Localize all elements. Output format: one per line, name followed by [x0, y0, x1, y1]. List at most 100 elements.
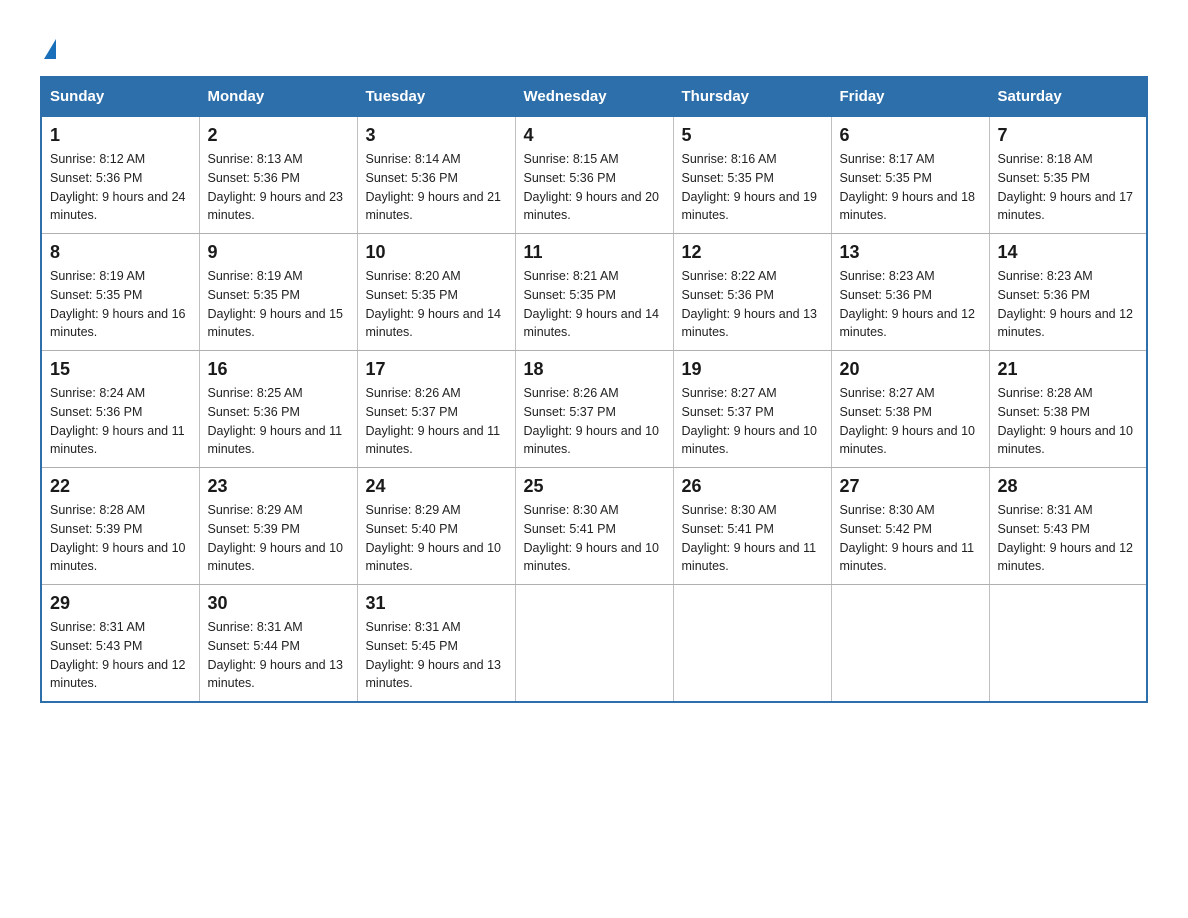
day-number: 16 — [208, 359, 349, 380]
logo — [40, 30, 56, 56]
day-info: Sunrise: 8:28 AMSunset: 5:38 PMDaylight:… — [998, 384, 1139, 459]
day-number: 30 — [208, 593, 349, 614]
day-info: Sunrise: 8:30 AMSunset: 5:41 PMDaylight:… — [524, 501, 665, 576]
day-info: Sunrise: 8:31 AMSunset: 5:44 PMDaylight:… — [208, 618, 349, 693]
day-number: 20 — [840, 359, 981, 380]
day-info: Sunrise: 8:23 AMSunset: 5:36 PMDaylight:… — [998, 267, 1139, 342]
header-day-thursday: Thursday — [673, 77, 831, 116]
calendar-cell: 10 Sunrise: 8:20 AMSunset: 5:35 PMDayligh… — [357, 234, 515, 351]
calendar-cell: 14Sunrise: 8:23 AMSunset: 5:36 PMDayligh… — [989, 234, 1147, 351]
calendar-cell: 3 Sunrise: 8:14 AMSunset: 5:36 PMDaylight… — [357, 116, 515, 234]
day-number: 31 — [366, 593, 507, 614]
day-info: Sunrise: 8:19 AMSunset: 5:35 PMDaylight:… — [208, 267, 349, 342]
calendar-cell: 28 Sunrise: 8:31 AMSunset: 5:43 PMDayligh… — [989, 468, 1147, 585]
day-number: 4 — [524, 125, 665, 146]
day-number: 18 — [524, 359, 665, 380]
day-info: Sunrise: 8:31 AMSunset: 5:45 PMDaylight:… — [366, 618, 507, 693]
day-number: 5 — [682, 125, 823, 146]
calendar-cell: 12 Sunrise: 8:22 AMSunset: 5:36 PMDayligh… — [673, 234, 831, 351]
header-day-saturday: Saturday — [989, 77, 1147, 116]
day-info: Sunrise: 8:28 AMSunset: 5:39 PMDaylight:… — [50, 501, 191, 576]
calendar-header: SundayMondayTuesdayWednesdayThursdayFrid… — [41, 77, 1147, 116]
calendar-table: SundayMondayTuesdayWednesdayThursdayFrid… — [40, 76, 1148, 703]
calendar-body: 1 Sunrise: 8:12 AMSunset: 5:36 PMDaylight… — [41, 116, 1147, 702]
week-row-2: 8 Sunrise: 8:19 AMSunset: 5:35 PMDaylight… — [41, 234, 1147, 351]
day-number: 24 — [366, 476, 507, 497]
day-info: Sunrise: 8:24 AMSunset: 5:36 PMDaylight:… — [50, 384, 191, 459]
day-number: 13 — [840, 242, 981, 263]
header-day-wednesday: Wednesday — [515, 77, 673, 116]
day-info: Sunrise: 8:18 AMSunset: 5:35 PMDaylight:… — [998, 150, 1139, 225]
day-number: 12 — [682, 242, 823, 263]
day-number: 1 — [50, 125, 191, 146]
day-number: 28 — [998, 476, 1139, 497]
day-info: Sunrise: 8:26 AMSunset: 5:37 PMDaylight:… — [524, 384, 665, 459]
calendar-cell: 19Sunrise: 8:27 AMSunset: 5:37 PMDayligh… — [673, 351, 831, 468]
calendar-cell: 6Sunrise: 8:17 AMSunset: 5:35 PMDaylight… — [831, 116, 989, 234]
calendar-cell: 13 Sunrise: 8:23 AMSunset: 5:36 PMDayligh… — [831, 234, 989, 351]
calendar-cell: 7 Sunrise: 8:18 AMSunset: 5:35 PMDaylight… — [989, 116, 1147, 234]
logo-text — [40, 30, 56, 62]
header-day-friday: Friday — [831, 77, 989, 116]
calendar-cell — [831, 585, 989, 703]
calendar-cell: 17 Sunrise: 8:26 AMSunset: 5:37 PMDayligh… — [357, 351, 515, 468]
logo-triangle-icon — [44, 39, 56, 59]
day-info: Sunrise: 8:15 AMSunset: 5:36 PMDaylight:… — [524, 150, 665, 225]
day-info: Sunrise: 8:26 AMSunset: 5:37 PMDaylight:… — [366, 384, 507, 459]
day-info: Sunrise: 8:23 AMSunset: 5:36 PMDaylight:… — [840, 267, 981, 342]
day-info: Sunrise: 8:29 AMSunset: 5:39 PMDaylight:… — [208, 501, 349, 576]
week-row-4: 22 Sunrise: 8:28 AMSunset: 5:39 PMDayligh… — [41, 468, 1147, 585]
calendar-cell: 11 Sunrise: 8:21 AMSunset: 5:35 PMDayligh… — [515, 234, 673, 351]
calendar-cell — [673, 585, 831, 703]
day-info: Sunrise: 8:31 AMSunset: 5:43 PMDaylight:… — [50, 618, 191, 693]
day-info: Sunrise: 8:30 AMSunset: 5:42 PMDaylight:… — [840, 501, 981, 576]
day-number: 29 — [50, 593, 191, 614]
day-number: 10 — [366, 242, 507, 263]
header-day-monday: Monday — [199, 77, 357, 116]
calendar-cell — [515, 585, 673, 703]
calendar-cell: 25 Sunrise: 8:30 AMSunset: 5:41 PMDayligh… — [515, 468, 673, 585]
header-day-sunday: Sunday — [41, 77, 199, 116]
day-number: 25 — [524, 476, 665, 497]
calendar-cell — [989, 585, 1147, 703]
day-number: 26 — [682, 476, 823, 497]
day-number: 8 — [50, 242, 191, 263]
day-number: 27 — [840, 476, 981, 497]
day-number: 9 — [208, 242, 349, 263]
calendar-cell: 1 Sunrise: 8:12 AMSunset: 5:36 PMDaylight… — [41, 116, 199, 234]
day-info: Sunrise: 8:14 AMSunset: 5:36 PMDaylight:… — [366, 150, 507, 225]
calendar-cell: 4 Sunrise: 8:15 AMSunset: 5:36 PMDaylight… — [515, 116, 673, 234]
day-number: 7 — [998, 125, 1139, 146]
day-info: Sunrise: 8:16 AMSunset: 5:35 PMDaylight:… — [682, 150, 823, 225]
calendar-cell: 27 Sunrise: 8:30 AMSunset: 5:42 PMDayligh… — [831, 468, 989, 585]
calendar-cell: 8 Sunrise: 8:19 AMSunset: 5:35 PMDaylight… — [41, 234, 199, 351]
day-number: 22 — [50, 476, 191, 497]
day-info: Sunrise: 8:29 AMSunset: 5:40 PMDaylight:… — [366, 501, 507, 576]
day-number: 17 — [366, 359, 507, 380]
day-info: Sunrise: 8:20 AMSunset: 5:35 PMDaylight:… — [366, 267, 507, 342]
calendar-cell: 23 Sunrise: 8:29 AMSunset: 5:39 PMDayligh… — [199, 468, 357, 585]
calendar-cell: 31 Sunrise: 8:31 AMSunset: 5:45 PMDayligh… — [357, 585, 515, 703]
day-number: 2 — [208, 125, 349, 146]
day-number: 21 — [998, 359, 1139, 380]
calendar-cell: 2Sunrise: 8:13 AMSunset: 5:36 PMDaylight… — [199, 116, 357, 234]
day-number: 11 — [524, 242, 665, 263]
week-row-1: 1 Sunrise: 8:12 AMSunset: 5:36 PMDaylight… — [41, 116, 1147, 234]
day-info: Sunrise: 8:22 AMSunset: 5:36 PMDaylight:… — [682, 267, 823, 342]
day-info: Sunrise: 8:31 AMSunset: 5:43 PMDaylight:… — [998, 501, 1139, 576]
day-info: Sunrise: 8:12 AMSunset: 5:36 PMDaylight:… — [50, 150, 191, 225]
week-row-3: 15 Sunrise: 8:24 AMSunset: 5:36 PMDayligh… — [41, 351, 1147, 468]
calendar-cell: 29 Sunrise: 8:31 AMSunset: 5:43 PMDayligh… — [41, 585, 199, 703]
day-info: Sunrise: 8:25 AMSunset: 5:36 PMDaylight:… — [208, 384, 349, 459]
day-info: Sunrise: 8:21 AMSunset: 5:35 PMDaylight:… — [524, 267, 665, 342]
header-day-tuesday: Tuesday — [357, 77, 515, 116]
day-number: 3 — [366, 125, 507, 146]
day-info: Sunrise: 8:19 AMSunset: 5:35 PMDaylight:… — [50, 267, 191, 342]
page-header — [40, 30, 1148, 56]
header-row: SundayMondayTuesdayWednesdayThursdayFrid… — [41, 77, 1147, 116]
day-number: 15 — [50, 359, 191, 380]
day-number: 23 — [208, 476, 349, 497]
calendar-cell: 18 Sunrise: 8:26 AMSunset: 5:37 PMDayligh… — [515, 351, 673, 468]
day-info: Sunrise: 8:30 AMSunset: 5:41 PMDaylight:… — [682, 501, 823, 576]
calendar-cell: 5 Sunrise: 8:16 AMSunset: 5:35 PMDaylight… — [673, 116, 831, 234]
